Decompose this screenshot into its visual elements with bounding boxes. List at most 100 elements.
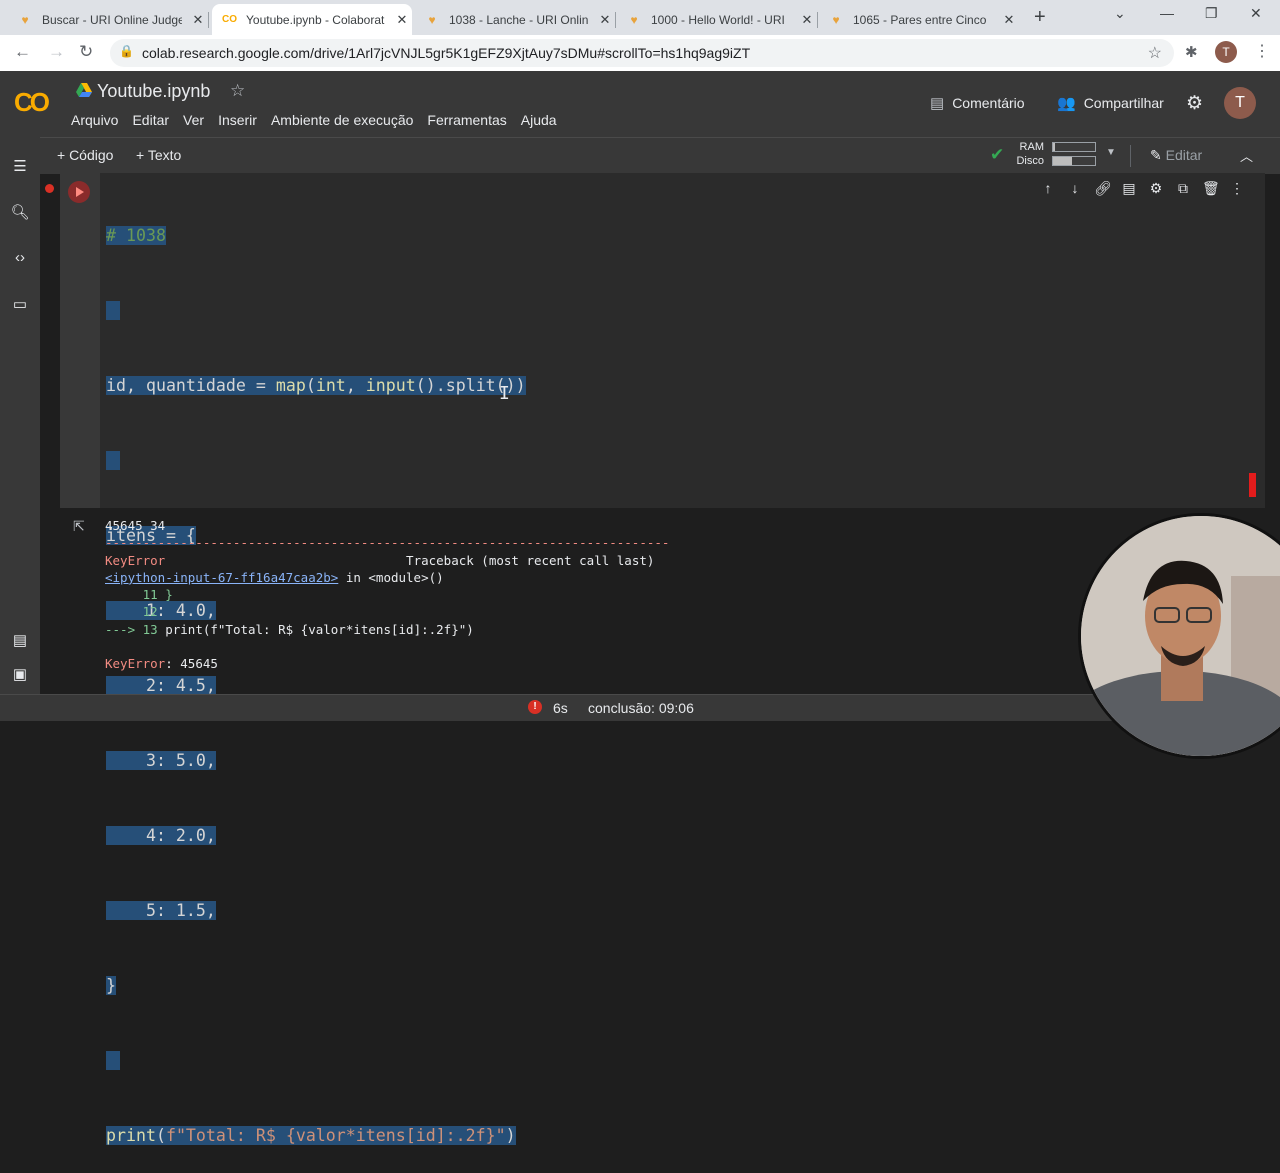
- account-avatar[interactable]: T: [1224, 87, 1256, 119]
- settings-gear-icon[interactable]: ⚙: [1186, 92, 1203, 115]
- code-line: 5: 1.5,: [106, 901, 216, 920]
- mirror-cell-icon[interactable]: ⧉: [1175, 180, 1191, 197]
- run-cell-button[interactable]: [68, 181, 90, 203]
- cell-gutter: [60, 173, 100, 508]
- close-tab-icon[interactable]: ✕: [394, 12, 410, 28]
- close-tab-icon[interactable]: ✕: [799, 12, 815, 28]
- reload-icon[interactable]: ↻: [79, 42, 93, 62]
- status-bar: ! 6s conclusão: 09:06: [0, 694, 1280, 721]
- menu-ambiente[interactable]: Ambiente de execução: [271, 112, 413, 128]
- code-editor[interactable]: # 1038 id, quantidade = map(int, input()…: [106, 173, 526, 1173]
- browser-tab[interactable]: ♥ 1000 - Hello World! - URI ✕: [617, 4, 818, 35]
- output-separator: ----------------------------------------…: [105, 535, 670, 551]
- traceback-line: 11 }: [105, 587, 173, 603]
- left-sidebar: ☰ 🔍︎ ‹› ▭ ▤ ▣: [0, 137, 40, 694]
- edit-button[interactable]: ✎ Editar: [1150, 147, 1202, 164]
- colab-header: CO Youtube.ipynb ☆ Arquivo Editar Ver In…: [0, 71, 1280, 137]
- menu-inserir[interactable]: Inserir: [218, 112, 257, 128]
- code-line: }: [106, 976, 116, 995]
- code-snippets-icon[interactable]: ‹›: [10, 249, 30, 266]
- uri-favicon-icon: ♥: [428, 12, 436, 27]
- share-button[interactable]: 👥 Compartilhar: [1057, 94, 1164, 112]
- close-window-icon[interactable]: ✕: [1250, 5, 1262, 22]
- code-line: print(f"Total: R$ {valor*itens[id]:.2f}"…: [106, 1126, 516, 1145]
- uri-favicon-icon: ♥: [21, 12, 29, 27]
- url-field[interactable]: 🔒 colab.research.google.com/drive/1Arl7j…: [110, 39, 1174, 67]
- bookmark-star-icon[interactable]: ☆: [1148, 43, 1162, 63]
- menu-ferramentas[interactable]: Ferramentas: [427, 112, 506, 128]
- menu-ajuda[interactable]: Ajuda: [521, 112, 557, 128]
- error-status-icon: !: [528, 700, 542, 714]
- uri-favicon-icon: ♥: [630, 12, 638, 27]
- code-line: # 1038: [106, 226, 166, 245]
- edit-label: Editar: [1165, 147, 1203, 163]
- resources-labels[interactable]: RAM Disco: [1012, 140, 1044, 168]
- restore-icon[interactable]: ❐: [1205, 5, 1218, 22]
- add-comment-icon[interactable]: ▤: [1121, 180, 1137, 197]
- comment-button[interactable]: ▤ Comentário: [930, 94, 1025, 112]
- webcam-overlay: [1078, 513, 1280, 759]
- browser-tab[interactable]: ♥ 1065 - Pares entre Cinco ✕: [819, 4, 1019, 35]
- menu-ver[interactable]: Ver: [183, 112, 204, 128]
- final-error-type: KeyError: [105, 656, 166, 672]
- back-arrow-icon[interactable]: ←: [14, 42, 31, 62]
- link-to-cell-icon[interactable]: 🔗︎: [1094, 180, 1112, 197]
- table-of-contents-icon[interactable]: ☰: [10, 157, 30, 175]
- presenter-webcam-image: [1081, 516, 1280, 756]
- browser-tab-active[interactable]: CO Youtube.ipynb - Colaborat ✕: [212, 4, 412, 35]
- close-tab-icon[interactable]: ✕: [190, 12, 206, 28]
- star-notebook-icon[interactable]: ☆: [230, 81, 245, 101]
- command-palette-icon[interactable]: ▤: [10, 631, 30, 649]
- notebook-title[interactable]: Youtube.ipynb: [97, 81, 210, 102]
- people-icon: 👥: [1057, 95, 1076, 112]
- extensions-puzzle-icon[interactable]: ✱: [1185, 43, 1198, 61]
- add-text-cell-button[interactable]: + Texto: [136, 147, 181, 163]
- delete-cell-icon[interactable]: 🗑︎: [1202, 180, 1220, 197]
- browser-menu-icon[interactable]: ⋮: [1254, 41, 1270, 61]
- close-tab-icon[interactable]: ✕: [1001, 12, 1017, 28]
- ram-usage-bar[interactable]: [1052, 142, 1096, 152]
- traceback-input-link[interactable]: <ipython-input-67-ff16a47caa2b>: [105, 570, 338, 585]
- traceback-header: Traceback (most recent call last): [406, 552, 655, 568]
- cell-settings-icon[interactable]: ⚙: [1148, 180, 1164, 197]
- browser-tab-strip: ♥ Buscar - URI Online Judge ✕ CO Youtube…: [0, 0, 1280, 35]
- tab-search-icon[interactable]: ⌄: [1114, 5, 1126, 22]
- colab-logo[interactable]: CO: [14, 87, 50, 118]
- colab-favicon-icon: CO: [222, 13, 237, 25]
- files-folder-icon[interactable]: ▭: [10, 295, 30, 313]
- terminal-icon[interactable]: ▣: [10, 665, 30, 683]
- menu-arquivo[interactable]: Arquivo: [71, 112, 118, 128]
- browser-tab[interactable]: ♥ 1038 - Lanche - URI Onlin ✕: [415, 4, 616, 35]
- text-cursor-icon: I: [499, 383, 510, 404]
- error-scroll-marker: [1249, 473, 1256, 497]
- move-cell-up-icon[interactable]: ↑: [1040, 180, 1056, 197]
- close-tab-icon[interactable]: ✕: [597, 12, 613, 28]
- search-icon[interactable]: 🔍︎: [10, 203, 30, 221]
- disk-usage-bar[interactable]: [1052, 156, 1096, 166]
- final-error-message: : 45645: [165, 656, 218, 672]
- add-code-cell-button[interactable]: + Código: [57, 147, 113, 163]
- output-actions-icon[interactable]: ⇱: [73, 518, 85, 535]
- pencil-icon: ✎: [1150, 147, 1162, 163]
- browser-tab[interactable]: ♥ Buscar - URI Online Judge ✕: [8, 4, 209, 35]
- browser-profile-avatar[interactable]: T: [1215, 41, 1237, 63]
- more-actions-icon[interactable]: ⋮: [1229, 180, 1245, 197]
- execution-duration: 6s: [553, 700, 568, 716]
- output-input-echo: 45645 34: [105, 518, 166, 533]
- code-line: id, quantidade = map(int, input().split(…: [106, 376, 526, 395]
- menu-bar: Arquivo Editar Ver Inserir Ambiente de e…: [71, 112, 557, 128]
- tab-title: Youtube.ipynb - Colaborat: [246, 12, 385, 27]
- new-tab-plus-icon[interactable]: +: [1034, 6, 1046, 29]
- menu-editar[interactable]: Editar: [132, 112, 169, 128]
- minimize-icon[interactable]: —: [1160, 5, 1174, 21]
- code-line: [106, 298, 526, 323]
- tab-title: 1038 - Lanche - URI Onlin: [449, 12, 589, 27]
- tab-title: 1065 - Pares entre Cinco: [853, 12, 987, 27]
- forward-arrow-icon[interactable]: →: [48, 42, 65, 62]
- runtime-dropdown-icon[interactable]: ▼: [1106, 147, 1116, 158]
- code-line: [106, 1048, 526, 1073]
- google-drive-icon: [76, 83, 92, 97]
- collapse-header-icon[interactable]: ︿: [1240, 146, 1253, 165]
- lock-icon[interactable]: 🔒: [119, 44, 134, 58]
- move-cell-down-icon[interactable]: ↓: [1067, 180, 1083, 197]
